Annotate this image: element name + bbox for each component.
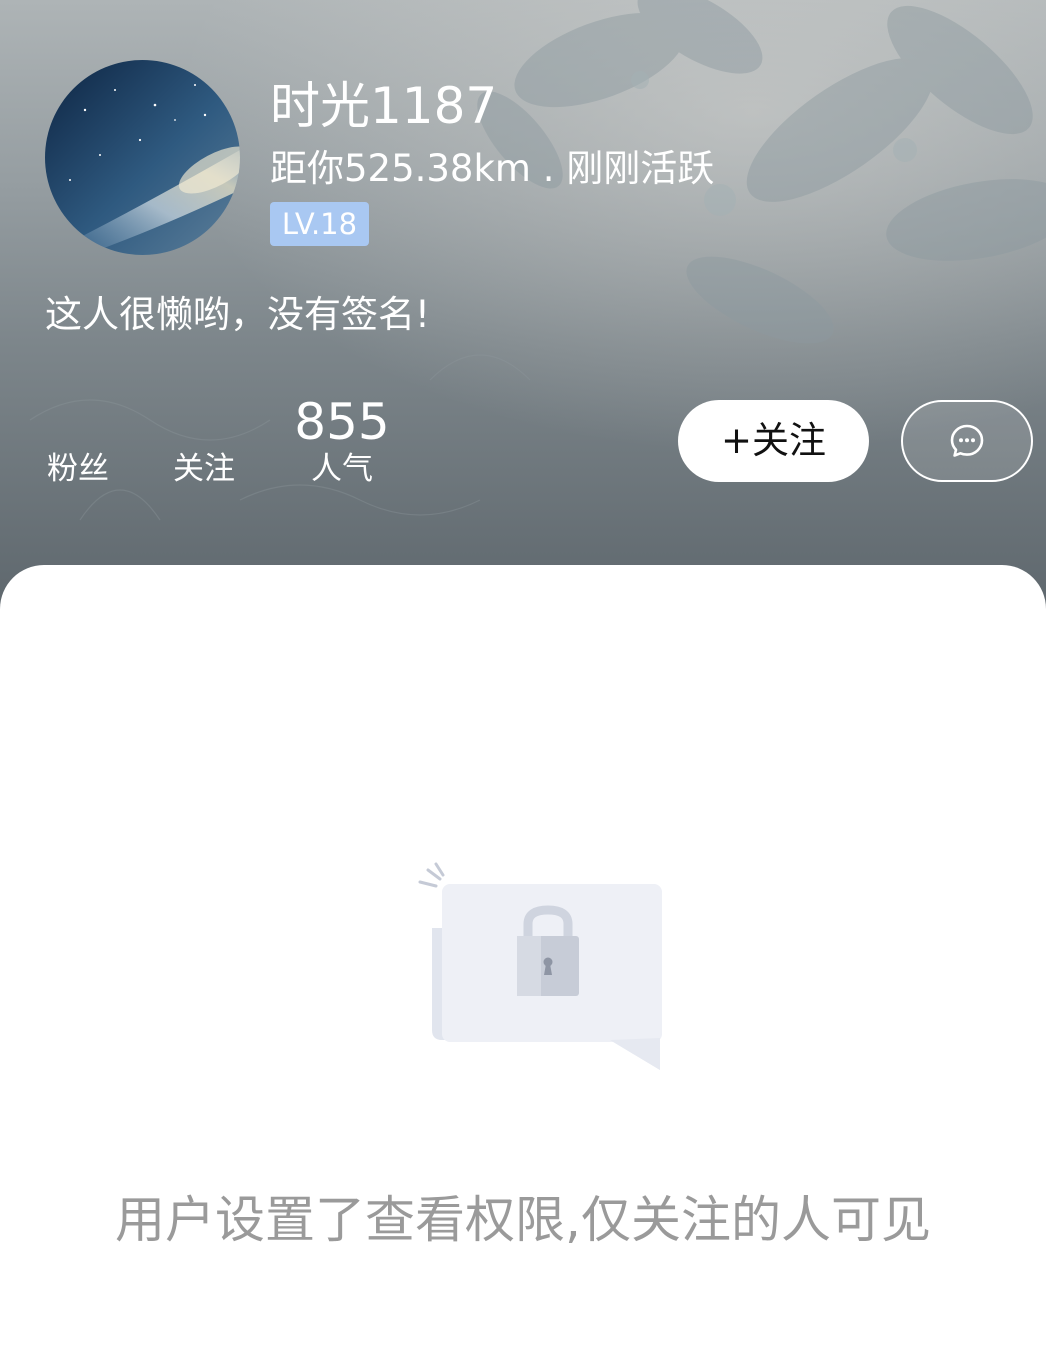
stat-popularity-count: 855 [294,393,390,451]
permission-notice: 用户设置了查看权限,仅关注的人可见 [115,1191,931,1249]
stat-following-label: 关注 [173,451,235,487]
username: 时光1187 [270,77,498,135]
stat-fans[interactable]: 粉丝 [42,394,114,488]
stat-fans-label: 粉丝 [47,451,109,487]
stat-popularity: 855 人气 [292,394,392,488]
level-badge: LV.18 [270,202,369,246]
stat-popularity-label: 人气 [311,451,373,487]
user-avatar[interactable] [45,60,240,255]
message-button[interactable] [901,400,1033,482]
stat-fans-count [42,394,114,450]
lock-icon [418,862,662,1070]
profile-header: 时光1187 距你525.38km . 刚刚活跃 LV.18 这人很懒哟，没有签… [0,0,1046,620]
stat-following[interactable]: 关注 [168,394,240,488]
stat-following-count [168,394,240,450]
follow-button[interactable]: +关注 [678,400,869,482]
chat-bubble-icon [950,424,984,457]
distance-status: 距你525.38km . 刚刚活跃 [270,147,715,190]
user-signature: 这人很懒哟，没有签名! [45,293,430,336]
galaxy-avatar-icon [45,60,240,255]
